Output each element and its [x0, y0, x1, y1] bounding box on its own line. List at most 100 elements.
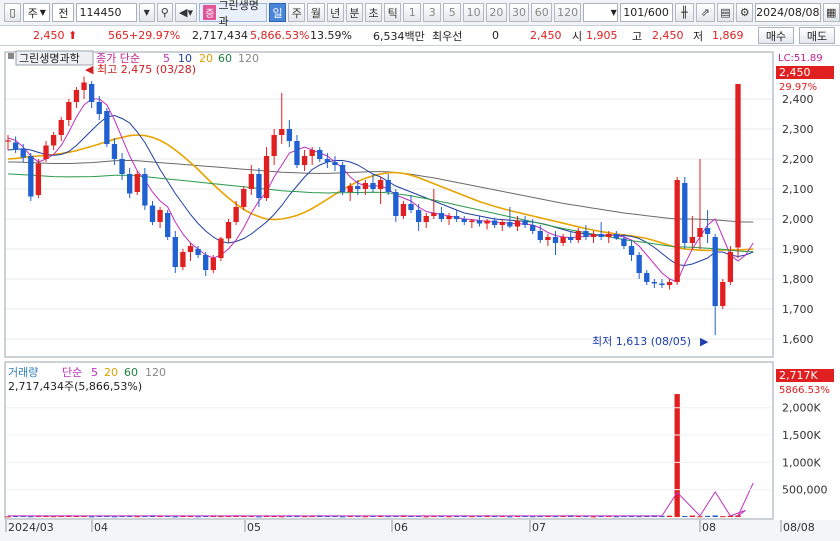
candle-body	[727, 252, 734, 282]
search-icon[interactable]: ⚲	[156, 3, 173, 22]
candle-body	[81, 82, 87, 90]
tab-weekly[interactable]: 주	[288, 3, 306, 22]
volume-bar	[256, 516, 262, 518]
candle-body	[659, 283, 665, 285]
candle-body	[674, 180, 680, 282]
period-label: 30	[512, 6, 527, 19]
chart-type-icon[interactable]: ▯	[4, 3, 22, 22]
high-annotation: 최고 2,475 (03/28)	[97, 63, 196, 76]
count-value: 101/600	[623, 6, 669, 19]
stock-name[interactable]: 증 그린생명과	[199, 0, 267, 28]
date-field[interactable]: 2024/08/08	[755, 3, 821, 22]
period-label: 5	[448, 6, 456, 19]
price-axis: 2,400 2,300 2,200 2,100 2,000 1,900 1,800 1,700…	[782, 93, 814, 346]
candle-body	[210, 258, 216, 270]
tab-label: 분	[349, 6, 360, 20]
date-tick-label: 08/08	[783, 521, 815, 534]
open-value: 1,905	[586, 29, 618, 42]
volume-tick-label: 2,000K	[782, 402, 821, 415]
volume-bar	[423, 516, 429, 518]
candle-body	[286, 129, 293, 141]
period-5[interactable]: 5	[443, 3, 462, 22]
tab-tick[interactable]: 틱	[384, 3, 402, 22]
open-label: 시	[572, 29, 583, 43]
period-label: 20	[489, 6, 504, 19]
buy-button[interactable]: 매수	[758, 27, 794, 44]
quote-bar: 2,450 ⬆ 565 +29.97% 2,717,434 5,866.53% …	[0, 26, 840, 46]
candle-body	[35, 163, 42, 195]
volume-bar	[339, 516, 346, 518]
candle-body	[104, 111, 110, 144]
candle-body	[50, 135, 57, 146]
candle-style-icon[interactable]: ╫	[674, 3, 694, 22]
period-3[interactable]: 3	[423, 3, 442, 22]
sell-button[interactable]: 매도	[799, 27, 835, 44]
candle-body	[301, 156, 308, 165]
candle-body	[142, 174, 148, 206]
candle-body	[461, 219, 467, 222]
period-60[interactable]: 60	[531, 3, 553, 22]
period-label: 120	[557, 6, 579, 19]
prev-button[interactable]: 전	[52, 3, 75, 22]
tab-daily[interactable]: 일	[268, 3, 287, 22]
candle-body	[256, 174, 262, 198]
candle-body	[203, 255, 209, 270]
volume-tick-label: 1,000K	[782, 456, 821, 469]
count-field[interactable]: 101/600	[619, 3, 673, 22]
candle-body	[324, 159, 331, 162]
candle-body	[393, 192, 399, 216]
period-label: 10	[466, 6, 481, 19]
volume-bar	[666, 515, 673, 517]
stock-chart[interactable]: 2,400 2,300 2,200 2,100 2,000 1,900 1,800 1,700…	[0, 46, 840, 541]
candle-body	[317, 150, 323, 159]
candle-body	[651, 282, 658, 284]
tab-label: 초	[368, 6, 379, 20]
best-bid-label: 최우선	[432, 29, 463, 43]
code-value: 114450	[79, 6, 122, 19]
candle-body	[621, 238, 627, 246]
prev-label: 전	[58, 6, 69, 20]
volume-legend-name: 거래량	[8, 366, 38, 379]
volume-percent: 5,866.53%	[250, 29, 310, 42]
candle-body	[530, 225, 536, 231]
tab-yearly[interactable]: 년	[326, 3, 344, 22]
code-input[interactable]: 114450	[76, 3, 137, 22]
save-icon[interactable]: ▤	[716, 3, 735, 22]
candle-body	[507, 222, 513, 227]
sound-icon[interactable]: ◀▾	[174, 3, 198, 22]
tab-minute[interactable]: 분	[345, 3, 363, 22]
vol-ma5-legend: 5	[91, 366, 98, 379]
period-120[interactable]: 120	[554, 3, 582, 22]
tab-monthly[interactable]: 월	[307, 3, 325, 22]
candle-body	[248, 174, 254, 189]
volume-bar	[720, 516, 726, 518]
trade-amount: 6,534백만	[373, 29, 425, 43]
volume-pct-tag: 5866.53%	[779, 385, 830, 396]
code-dropdown-icon[interactable]: ▼	[138, 3, 155, 22]
candle-body	[271, 135, 277, 156]
candle-body	[636, 255, 642, 273]
volume-tick-label: 500,000	[782, 484, 828, 497]
tab-second[interactable]: 초	[364, 3, 383, 22]
candle-body	[362, 183, 369, 189]
volume-legend-label: 단순	[62, 366, 82, 379]
candle-body	[96, 102, 102, 114]
period-1[interactable]: 1	[403, 3, 422, 22]
period-20[interactable]: 20	[485, 3, 507, 22]
candle-body	[575, 231, 581, 240]
period-30[interactable]: 30	[508, 3, 530, 22]
candle-body	[689, 237, 696, 243]
candle-body	[415, 210, 422, 222]
market-select[interactable]: 주 ▼	[23, 3, 51, 22]
best-bid-value: 0	[492, 29, 499, 42]
overlay-icon[interactable]: ⇗	[695, 3, 715, 22]
toolbar: ▯ 주 ▼ 전 114450 ▼ ⚲ ◀▾ 증 그린생명과 일 주 월 년 분 초 …	[0, 0, 840, 28]
period-10[interactable]: 10	[463, 3, 484, 22]
calendar-icon[interactable]: ▦	[822, 3, 840, 22]
candle-body	[704, 228, 711, 234]
custom-period-input[interactable]: ▼	[583, 3, 618, 22]
date-tick-label: 04	[94, 521, 108, 534]
gear-icon[interactable]: ⚙	[736, 3, 754, 22]
price-tick-label: 1,900	[782, 243, 814, 256]
candle-body	[294, 141, 300, 165]
